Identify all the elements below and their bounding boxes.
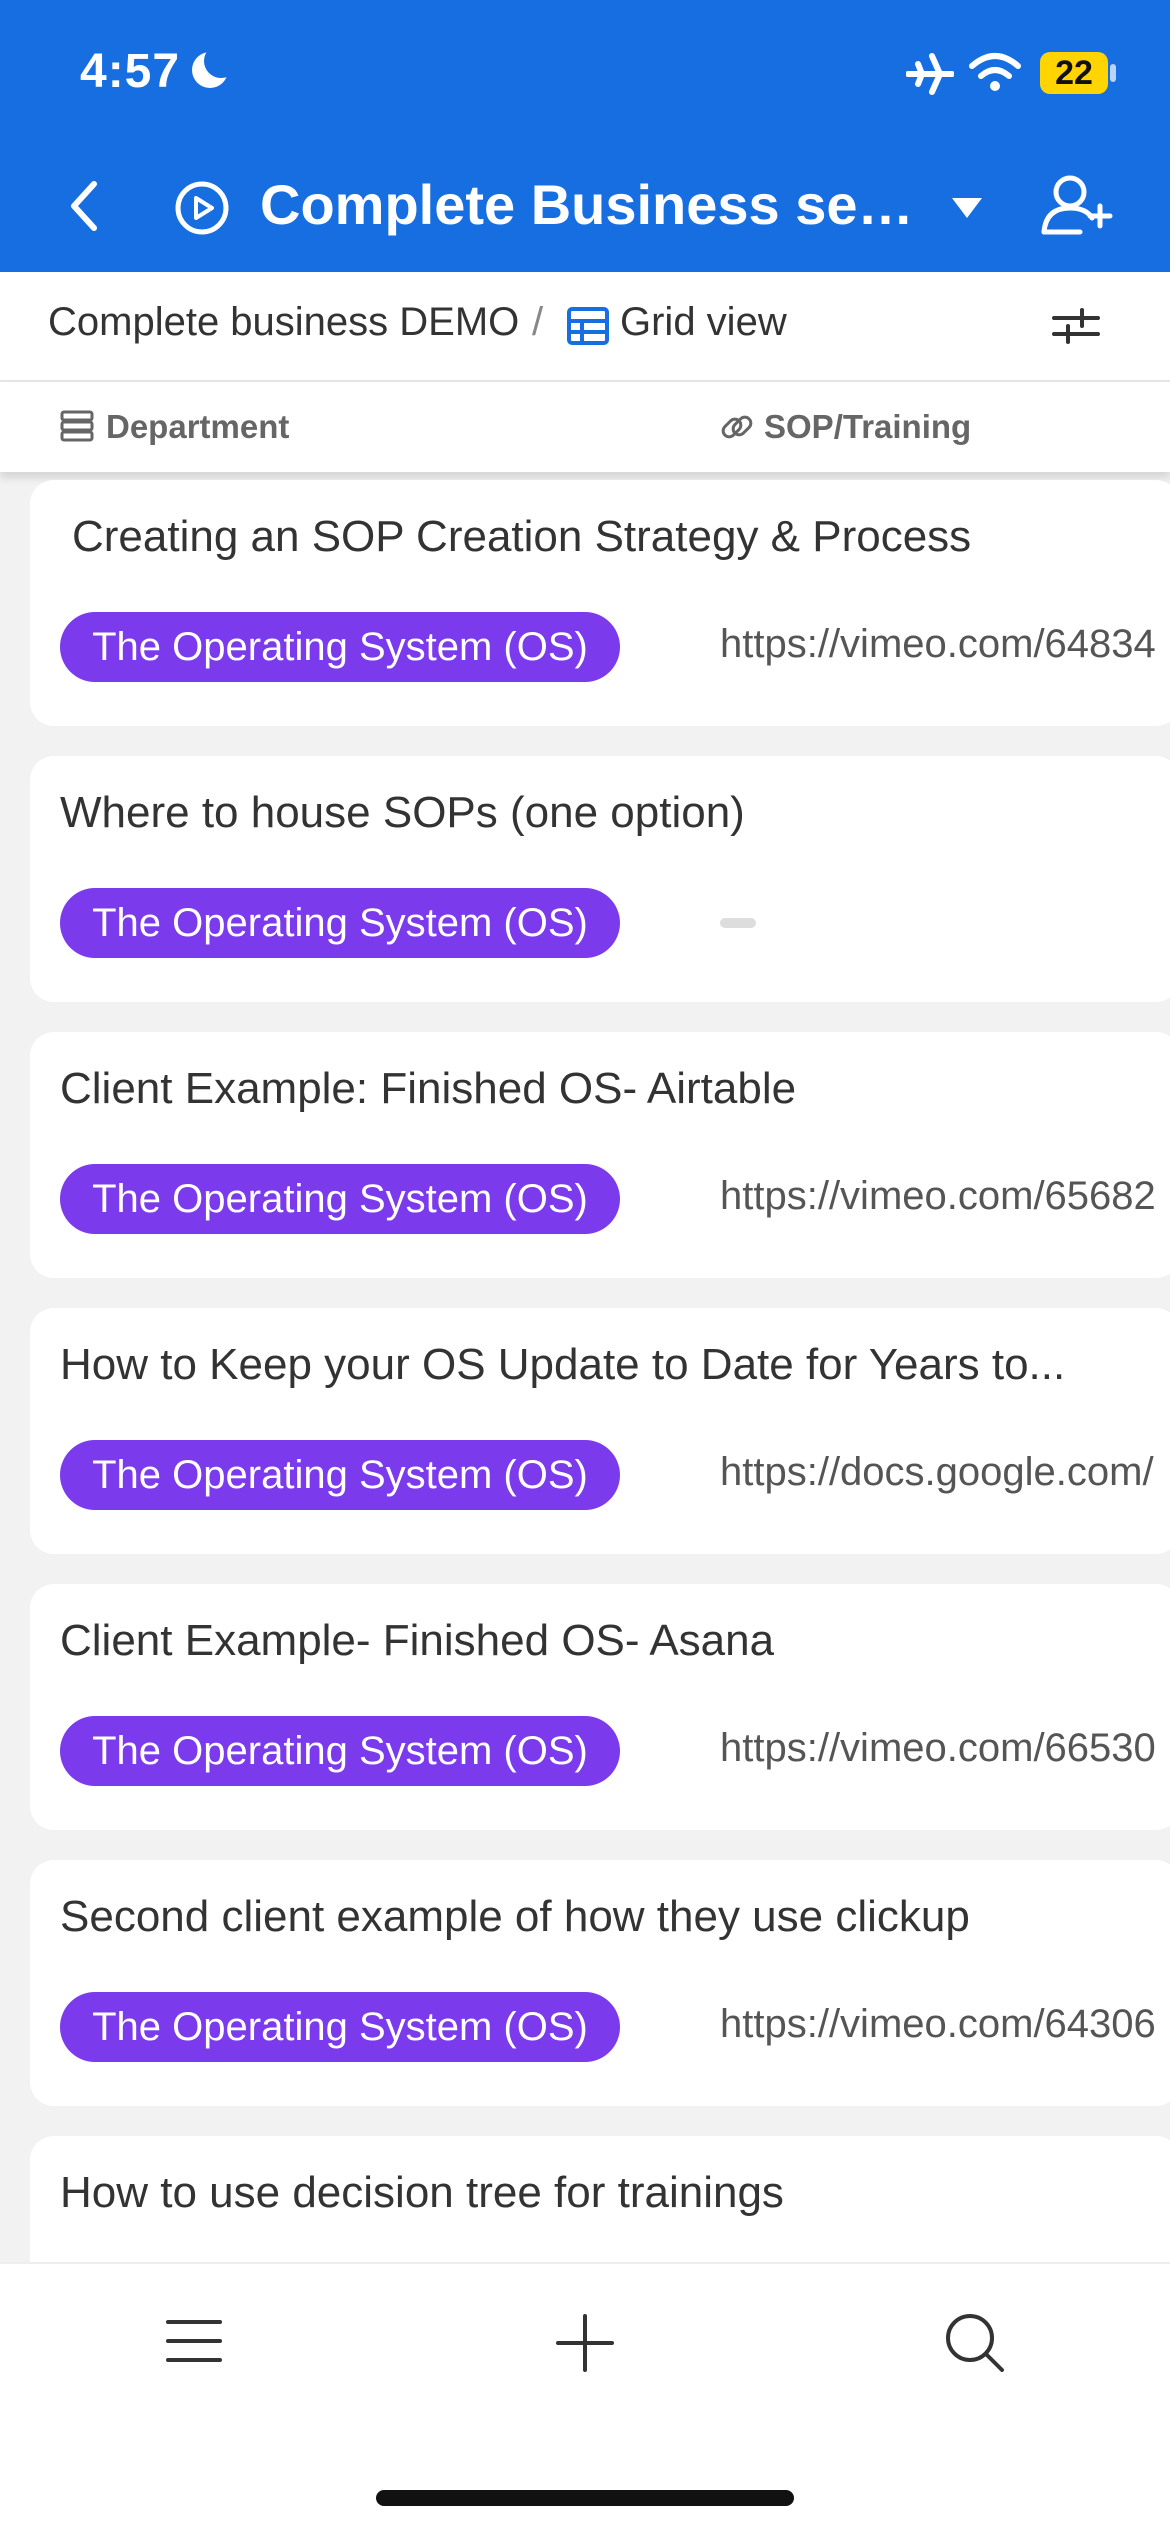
plus-icon[interactable] [556,2314,614,2372]
moon-icon-cutout [204,44,238,78]
record-title: How to use decision tree for trainings [60,2168,784,2217]
chevron-left-icon[interactable] [66,180,102,232]
record-title: Client Example- Finished OS- Asana [60,1616,775,1665]
link-icon [721,415,753,439]
grid-icon [567,307,609,345]
department-pill: The Operating System (OS) [60,612,620,682]
list-icon [60,410,94,442]
add-user-icon[interactable] [1040,172,1116,236]
caret-down-icon[interactable] [950,196,984,220]
sop-link: https://vimeo.com/66530 [720,1726,1156,1770]
sop-link: https://vimeo.com/64834 [720,622,1156,666]
record-title: Creating an SOP Creation Strategy & Proc… [72,512,972,561]
record-title: Where to house SOPs (one option) [60,788,745,837]
breadcrumb-base[interactable]: Complete business DEMO [48,300,519,345]
airplane-icon [906,53,954,95]
view-name[interactable]: Grid view [620,300,787,345]
sop-link: https://vimeo.com/65682 [720,1174,1156,1218]
sliders-icon[interactable] [1052,306,1100,346]
record-title: Second client example of how they use cl… [60,1892,970,1941]
department-pill: The Operating System (OS) [60,888,620,958]
department-pill: The Operating System (OS) [60,1440,620,1510]
sop-link: https://vimeo.com/64306 [720,2002,1156,2046]
department-pill: The Operating System (OS) [60,1716,620,1786]
column-sop-training[interactable]: SOP/Training [764,408,971,446]
battery-nub [1110,64,1116,82]
wifi-icon [969,53,1021,91]
breadcrumb-separator: / [532,300,544,344]
empty-link-placeholder [720,918,756,928]
play-circle-icon[interactable] [174,180,230,236]
base-title[interactable]: Complete Business setu... [260,172,920,237]
record-title: Client Example: Finished OS- Airtable [60,1064,797,1113]
battery-icon: 22 [1040,52,1108,94]
status-time: 4:57 [80,45,181,98]
department-pill: The Operating System (OS) [60,1992,620,2062]
home-indicator [376,2490,794,2506]
column-department[interactable]: Department [106,408,289,446]
sop-link: https://docs.google.com/ [720,1450,1154,1494]
department-pill: The Operating System (OS) [60,1164,620,1234]
menu-icon[interactable] [166,2318,222,2364]
record-title: How to Keep your OS Update to Date for Y… [60,1340,1066,1389]
search-icon[interactable] [944,2312,1006,2374]
